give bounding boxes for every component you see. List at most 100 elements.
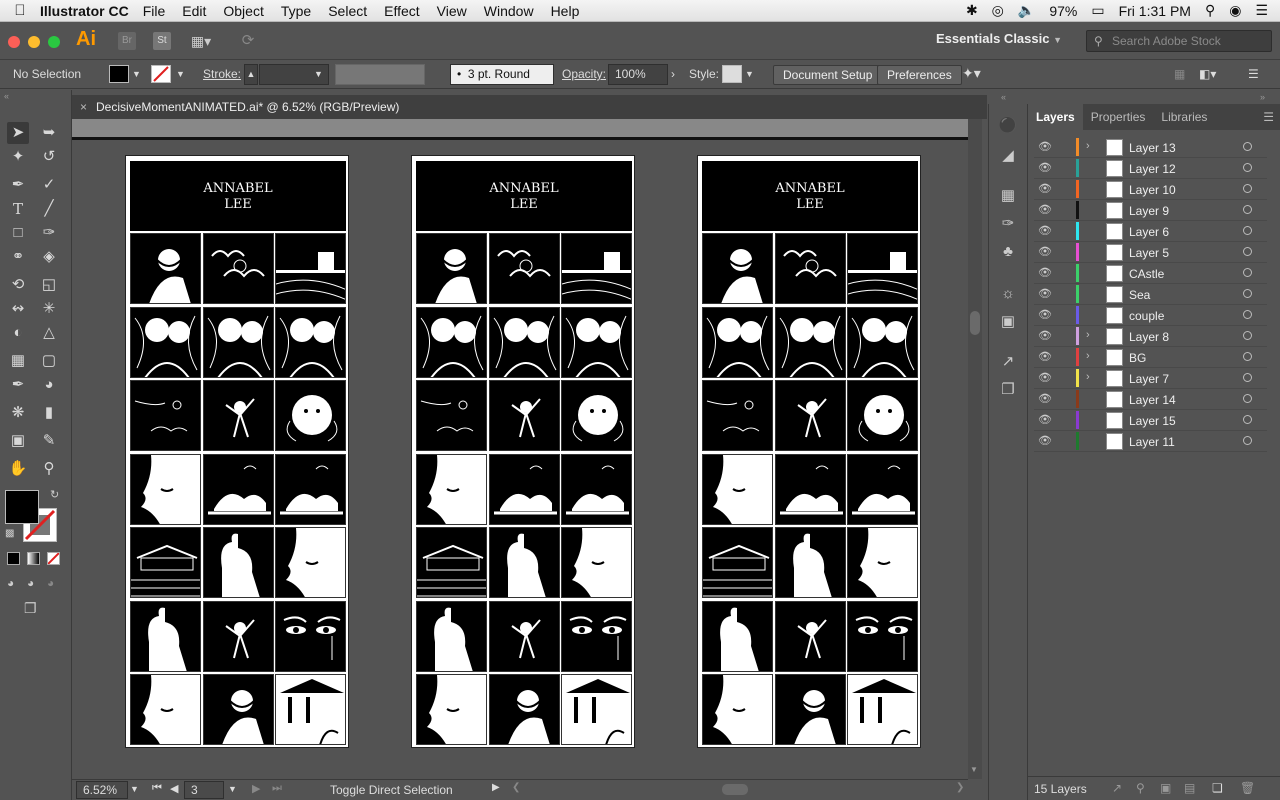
rectangle-tool-icon[interactable]: □	[7, 222, 29, 244]
document-tab[interactable]: × DecisiveMomentANIMATED.ai* @ 6.52% (RG…	[72, 95, 987, 119]
brushes-panel-icon[interactable]: ✑	[998, 214, 1018, 234]
selection-tool-icon[interactable]: ➤	[7, 122, 29, 144]
menu-window[interactable]: Window	[484, 3, 534, 19]
zoom-window-button[interactable]	[48, 36, 60, 48]
layer-row[interactable]: 👁 › BG	[1034, 347, 1267, 368]
layer-row[interactable]: 👁 › Layer 13	[1034, 137, 1267, 158]
arrange-documents-icon[interactable]: ▦▾	[186, 32, 216, 50]
layer-name[interactable]: Layer 6	[1129, 225, 1169, 239]
graphic-styles-panel-icon[interactable]: ▣	[998, 312, 1018, 332]
workspace-switcher[interactable]: Essentials Classic ▼	[936, 31, 1062, 46]
notification-center-icon[interactable]: ☰	[1255, 2, 1268, 19]
export-panel-icon[interactable]: ↗	[998, 352, 1018, 372]
visibility-eye-icon[interactable]: 👁	[1038, 266, 1052, 279]
opacity-label[interactable]: Opacity:	[562, 67, 606, 81]
layer-name[interactable]: Layer 14	[1129, 393, 1176, 407]
isolation-mode-icon[interactable]: ✦▾	[962, 65, 981, 82]
close-window-button[interactable]	[8, 36, 20, 48]
gpu-performance-icon[interactable]: ⟳	[236, 32, 260, 50]
scale-tool-icon[interactable]: ◱	[38, 274, 60, 296]
panel-menu-icon[interactable]: ☰	[1255, 104, 1280, 130]
document-setup-button[interactable]: Document Setup	[773, 65, 883, 85]
stroke-weight-dropdown-icon[interactable]: ▼	[314, 69, 323, 79]
visibility-eye-icon[interactable]: 👁	[1038, 308, 1052, 321]
layer-name[interactable]: CAstle	[1129, 267, 1164, 281]
menu-app-name[interactable]: Illustrator CC	[40, 3, 129, 19]
layer-name[interactable]: Layer 13	[1129, 141, 1176, 155]
layer-name[interactable]: couple	[1129, 309, 1164, 323]
color-mode-icon[interactable]	[7, 552, 20, 565]
vertical-scroll-thumb[interactable]	[970, 311, 980, 335]
graphic-style-swatch[interactable]	[722, 65, 742, 83]
opacity-arrow-icon[interactable]: ›	[671, 67, 675, 81]
artboard-dropdown-icon[interactable]: ▼	[228, 784, 237, 794]
symbol-sprayer-tool-icon[interactable]: ❋	[7, 402, 29, 424]
status-menu-arrow-icon[interactable]: ▶	[492, 782, 500, 793]
fill-color-front[interactable]	[5, 490, 39, 524]
magic-wand-tool-icon[interactable]: ✦	[7, 146, 29, 168]
opacity-field[interactable]: 100%	[608, 64, 668, 85]
color-panel-icon[interactable]: ⚫	[998, 116, 1018, 136]
layer-name[interactable]: Layer 10	[1129, 183, 1176, 197]
menu-effect[interactable]: Effect	[384, 3, 420, 19]
visibility-eye-icon[interactable]: 👁	[1038, 413, 1052, 426]
stroke-swatch[interactable]	[151, 65, 171, 83]
stroke-label[interactable]: Stroke:	[203, 67, 241, 81]
collapse-panel-icon[interactable]: «	[4, 91, 9, 101]
layer-name[interactable]: Layer 5	[1129, 246, 1169, 260]
layer-target-circle-icon[interactable]	[1243, 142, 1252, 151]
layer-name[interactable]: Layer 9	[1129, 204, 1169, 218]
width-tool-icon[interactable]: ↭	[7, 298, 29, 320]
scroll-down-arrow-icon[interactable]: ▼	[970, 765, 978, 774]
menu-select[interactable]: Select	[328, 3, 367, 19]
menu-edit[interactable]: Edit	[182, 3, 206, 19]
variable-width-profile[interactable]	[335, 64, 425, 85]
layer-name[interactable]: Layer 7	[1129, 372, 1169, 386]
clock[interactable]: Fri 1:31 PM	[1119, 3, 1191, 19]
previous-artboard-icon[interactable]: ◀	[170, 782, 178, 795]
make-clipping-mask-icon[interactable]: ▣	[1160, 781, 1171, 795]
layer-target-circle-icon[interactable]	[1243, 289, 1252, 298]
layer-row[interactable]: 👁 Sea	[1034, 284, 1267, 305]
layer-row[interactable]: 👁 Layer 9	[1034, 200, 1267, 221]
first-artboard-icon[interactable]: ⏮	[152, 782, 162, 795]
curvature-tool-icon[interactable]: ✓	[38, 174, 60, 196]
shape-builder-tool-icon[interactable]: ◐	[7, 322, 29, 344]
close-document-icon[interactable]: ×	[80, 95, 87, 119]
pen-tool-icon[interactable]: ✒	[7, 174, 29, 196]
hand-tool-icon[interactable]: ✋	[7, 458, 29, 480]
create-sublayer-icon[interactable]: ▤	[1184, 781, 1195, 795]
horizontal-scroll-thumb[interactable]	[722, 784, 748, 795]
type-tool-icon[interactable]: T	[7, 198, 29, 220]
layer-name[interactable]: Sea	[1129, 288, 1150, 302]
layer-name[interactable]: Layer 11	[1129, 435, 1175, 449]
draw-normal-icon[interactable]: ◕	[7, 576, 14, 590]
layer-target-circle-icon[interactable]	[1243, 394, 1252, 403]
hscroll-left-arrow-icon[interactable]: ❮	[512, 782, 520, 793]
layer-row[interactable]: 👁 CAstle	[1034, 263, 1267, 284]
menu-object[interactable]: Object	[223, 3, 263, 19]
stock-button[interactable]: St	[153, 32, 171, 50]
align-icon[interactable]: ▦	[1174, 67, 1185, 81]
swatches-panel-icon[interactable]: ▦	[998, 186, 1018, 206]
preferences-button[interactable]: Preferences	[877, 65, 962, 85]
color-guide-icon[interactable]: ◢	[998, 146, 1018, 166]
artboard-3[interactable]: ANNABEL LEE	[697, 155, 921, 748]
fill-dropdown-arrow-icon[interactable]: ▼	[132, 69, 141, 79]
visibility-eye-icon[interactable]: 👁	[1038, 350, 1052, 363]
expand-layer-chevron-icon[interactable]: ›	[1086, 140, 1090, 152]
status-message[interactable]: Toggle Direct Selection	[330, 783, 453, 797]
expand-panels-icon[interactable]: «	[1001, 92, 1006, 102]
layer-target-circle-icon[interactable]	[1243, 436, 1252, 445]
layer-name[interactable]: BG	[1129, 351, 1146, 365]
apple-icon[interactable]: 	[0, 2, 40, 19]
layer-row[interactable]: 👁 Layer 14	[1034, 389, 1267, 410]
layer-row[interactable]: 👁 couple	[1034, 305, 1267, 326]
control-menu-icon[interactable]: ☰	[1248, 67, 1259, 81]
menu-file[interactable]: File	[143, 3, 166, 19]
layer-name[interactable]: Layer 8	[1129, 330, 1169, 344]
layer-target-circle-icon[interactable]	[1243, 331, 1252, 340]
artboards-panel-icon[interactable]: ❐	[998, 380, 1018, 400]
collect-for-export-icon[interactable]: ↗	[1112, 781, 1122, 795]
create-new-layer-icon[interactable]: ❏	[1212, 781, 1223, 795]
